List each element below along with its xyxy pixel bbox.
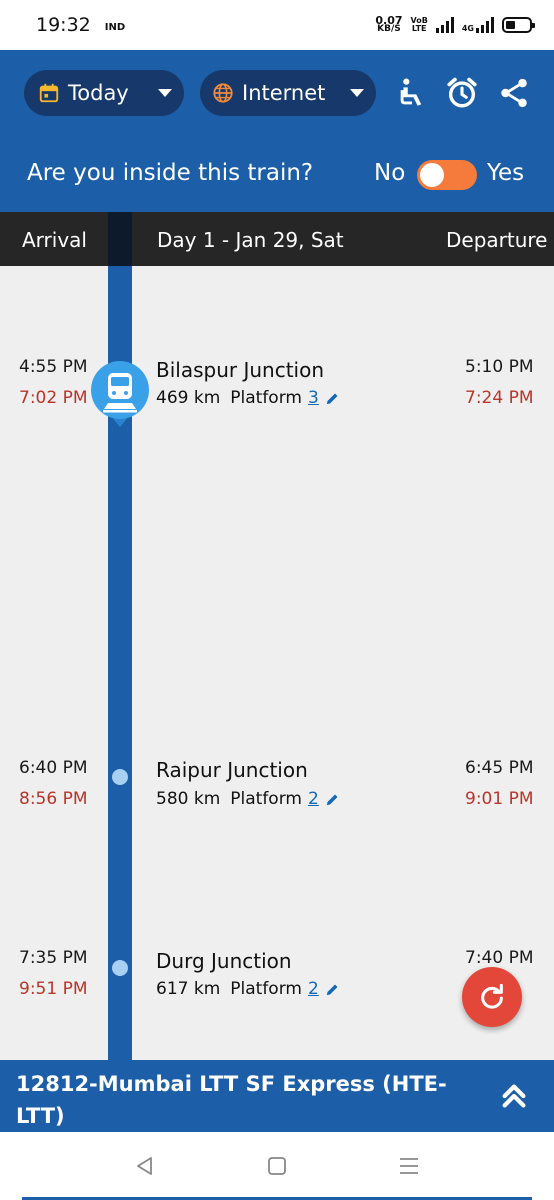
chevron-down-icon bbox=[350, 89, 364, 97]
arrival-column-label: Arrival bbox=[22, 228, 87, 252]
departure-column-label: Departure bbox=[446, 228, 548, 252]
home-icon[interactable] bbox=[265, 1154, 289, 1178]
edit-pencil-icon[interactable] bbox=[325, 792, 340, 807]
chevron-down-icon bbox=[158, 89, 172, 97]
train-name: 12812-Mumbai LTT SF Express (HTE-LTT) bbox=[16, 1072, 447, 1128]
edit-pencil-icon[interactable] bbox=[325, 982, 340, 997]
platform-number[interactable]: 3 bbox=[308, 388, 319, 408]
departure-actual: 9:01 PM bbox=[465, 789, 534, 809]
refresh-button[interactable] bbox=[462, 967, 522, 1027]
day-column-label: Day 1 - Jan 29, Sat bbox=[157, 228, 344, 252]
double-chevron-up-icon[interactable] bbox=[498, 1080, 530, 1112]
platform-number[interactable]: 2 bbox=[308, 979, 319, 999]
refresh-icon bbox=[481, 983, 503, 1009]
volte-indicator: VoB LTE bbox=[411, 17, 428, 33]
day-selector[interactable]: Today bbox=[24, 70, 184, 116]
inside-train-question: Are you inside this train? bbox=[27, 160, 314, 186]
recents-menu-icon[interactable] bbox=[397, 1154, 421, 1178]
station-info: 469 km Platform 3 bbox=[156, 388, 340, 408]
clock: 19:32 bbox=[36, 14, 91, 36]
station-distance: 617 km bbox=[156, 979, 221, 999]
train-info-bar[interactable]: 12812-Mumbai LTT SF Express (HTE-LTT) bbox=[0, 1060, 554, 1132]
volte-bottom: LTE bbox=[411, 24, 427, 33]
source-selector-label: Internet bbox=[242, 81, 326, 105]
arrival-scheduled: 4:55 PM bbox=[19, 357, 88, 377]
arrival-scheduled: 7:35 PM bbox=[19, 948, 88, 968]
station-dot bbox=[112, 960, 128, 976]
app-header: Today Internet Are you inside this train… bbox=[0, 50, 554, 212]
toggle-knob bbox=[420, 163, 444, 187]
signal-icon bbox=[435, 17, 454, 33]
station-distance: 469 km bbox=[156, 388, 221, 408]
station-dot bbox=[112, 769, 128, 785]
status-icons: 0.07 KB/S VoB LTE 4G bbox=[375, 15, 535, 34]
battery-icon bbox=[502, 17, 535, 33]
departure-scheduled: 6:45 PM bbox=[465, 758, 534, 778]
carrier-label: IND bbox=[104, 21, 126, 33]
day-selector-label: Today bbox=[68, 81, 129, 105]
arrival-actual: 9:51 PM bbox=[19, 979, 88, 999]
platform-label: Platform bbox=[230, 979, 302, 999]
timeline-track-head bbox=[108, 212, 132, 266]
toggle-yes-label: Yes bbox=[487, 160, 525, 186]
current-train-marker-icon bbox=[91, 361, 149, 427]
signal-icon-2 bbox=[476, 17, 494, 33]
station-info: 580 km Platform 2 bbox=[156, 789, 340, 809]
edit-pencil-icon[interactable] bbox=[325, 391, 340, 406]
departure-actual: 7:24 PM bbox=[465, 388, 534, 408]
alarm-clock-icon[interactable] bbox=[445, 76, 479, 110]
toggle-no-label: No bbox=[374, 160, 406, 186]
arrival-scheduled: 6:40 PM bbox=[19, 758, 88, 778]
departure-scheduled: 7:40 PM bbox=[465, 948, 534, 968]
network-speed: 0.07 KB/S bbox=[375, 15, 402, 34]
share-icon[interactable] bbox=[497, 76, 531, 110]
back-icon[interactable] bbox=[133, 1154, 157, 1178]
station-distance: 580 km bbox=[156, 789, 221, 809]
platform-label: Platform bbox=[230, 789, 302, 809]
status-bar: 19:32 IND 0.07 KB/S VoB LTE 4G bbox=[0, 0, 554, 50]
station-info: 617 km Platform 2 bbox=[156, 979, 340, 999]
station-name: Raipur Junction bbox=[156, 758, 308, 782]
seat-icon[interactable] bbox=[395, 76, 429, 110]
source-selector[interactable]: Internet bbox=[200, 70, 376, 116]
calendar-icon bbox=[39, 83, 59, 103]
platform-label: Platform bbox=[230, 388, 302, 408]
station-name: Bilaspur Junction bbox=[156, 358, 325, 382]
platform-number[interactable]: 2 bbox=[308, 789, 319, 809]
system-nav-bar bbox=[0, 1132, 554, 1200]
schedule-column-header: Arrival Day 1 - Jan 29, Sat Departure bbox=[0, 212, 554, 266]
inside-train-toggle[interactable] bbox=[417, 160, 477, 190]
arrival-actual: 8:56 PM bbox=[19, 789, 88, 809]
globe-icon bbox=[213, 83, 233, 103]
speed-unit: KB/S bbox=[377, 24, 401, 34]
departure-scheduled: 5:10 PM bbox=[465, 357, 534, 377]
station-name: Durg Junction bbox=[156, 949, 292, 973]
arrival-actual: 7:02 PM bbox=[19, 388, 88, 408]
network-type: 4G bbox=[461, 24, 474, 33]
